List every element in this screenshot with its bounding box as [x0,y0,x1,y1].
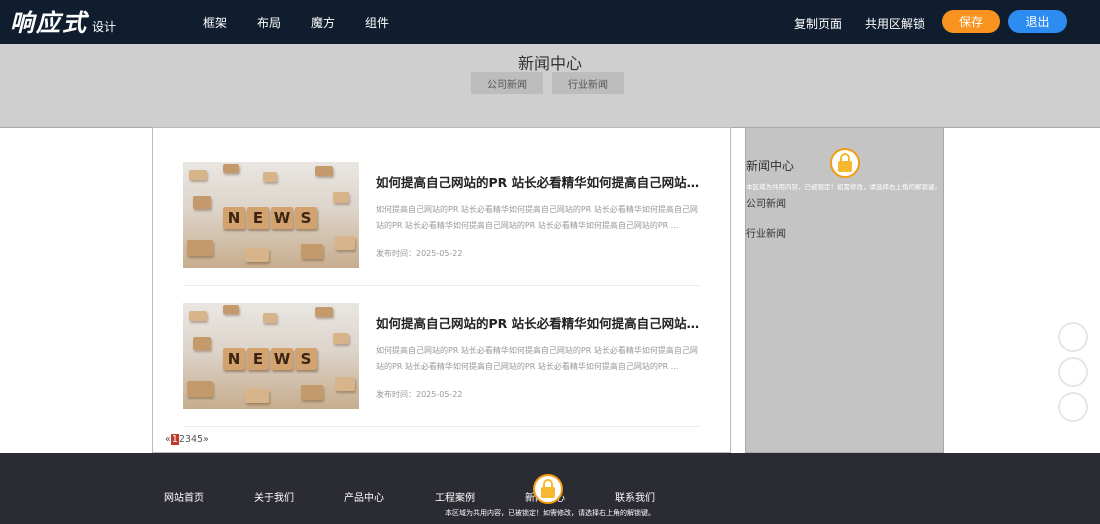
sidebar-item-company-news[interactable]: 公司新闻 [746,195,786,210]
footer-link-home[interactable]: 网站首页 [164,489,204,504]
news-date: 发布时间：2025-05-22 [376,390,463,399]
list-item[interactable]: N E W S 如何提高自己网站的PR 站长必看精华如何提高自己网站的PR 站长… [183,303,700,427]
top-nav: 框架 布局 魔方 组件 [203,0,419,44]
news-thumbnail[interactable]: N E W S [183,303,359,409]
sidebar-title: 新闻中心 [746,159,795,173]
page-title: 新闻中心 [517,54,582,73]
nav-item-frame[interactable]: 框架 [203,14,227,31]
footer-link-about[interactable]: 关于我们 [254,489,294,504]
pager-page-1[interactable]: 1 [170,434,179,445]
news-list: N E W S 如何提高自己网站的PR 站长必看精华如何提高自己网站的PR 站长… [152,127,731,453]
save-button[interactable]: 保存 [942,10,1000,33]
float-circle-icon[interactable] [1058,322,1088,352]
copy-page-link[interactable]: 复制页面 [794,15,842,32]
news-title[interactable]: 如何提高自己网站的PR 站长必看精华如何提高自己网站的PR 站长必看精华 [376,172,700,191]
news-summary: 如何提高自己网站的PR 站长必看精华如何提高自己网站的PR 站长必看精华如何提高… [376,205,698,230]
banner-tabs: 公司新闻 行业新闻 [471,72,633,94]
sidebar: 新闻中心 公司新闻 行业新闻 本区域为共用内容，已被锁定！如需修改，请选择右上角… [745,127,944,453]
float-circle-icon[interactable] [1058,392,1088,422]
tab-industry-news[interactable]: 行业新闻 [552,72,624,94]
news-title[interactable]: 如何提高自己网站的PR 站长必看精华如何提高自己网站的PR 站长必看精华 [376,313,700,332]
top-bar: 响应式 设计 框架 布局 魔方 组件 复制页面 共用区解锁 保存 退出 [0,0,1100,44]
nav-item-components[interactable]: 组件 [365,14,389,31]
float-circle-icon[interactable] [1058,357,1088,387]
lock-icon[interactable] [533,474,563,504]
nav-item-layout[interactable]: 布局 [257,14,281,31]
logo-text: 响应式 [10,8,88,37]
sidebar-item-industry-news[interactable]: 行业新闻 [746,225,786,240]
news-thumbnail[interactable]: N E W S [183,162,359,268]
tab-company-news[interactable]: 公司新闻 [471,72,543,94]
pagination: « 1 2 3 4 5 » [165,434,209,445]
footer-link-products[interactable]: 产品中心 [344,489,384,504]
pager-next[interactable]: » [203,434,209,445]
news-summary: 如何提高自己网站的PR 站长必看精华如何提高自己网站的PR 站长必看精华如何提高… [376,346,698,371]
exit-button[interactable]: 退出 [1008,10,1067,33]
lock-icon[interactable] [830,148,860,178]
lock-note: 本区域为共用内容，已被锁定！如需修改，请选择右上角的解锁键。 [445,509,655,517]
lock-note: 本区域为共用内容，已被锁定！如需修改，请选择右上角的解锁键。 [746,183,941,191]
nav-item-cube[interactable]: 魔方 [311,14,335,31]
footer-link-contact[interactable]: 联系我们 [615,489,655,504]
logo-sub: 设计 [92,20,117,34]
list-item[interactable]: N E W S 如何提高自己网站的PR 站长必看精华如何提高自己网站的PR 站长… [183,162,700,286]
news-date: 发布时间：2025-05-22 [376,249,463,258]
unlock-shared-link[interactable]: 共用区解锁 [865,15,925,32]
logo: 响应式 设计 [10,6,116,38]
footer: 网站首页 关于我们 产品中心 工程案例 新闻中心 联系我们 本区域为共用内容，已… [0,453,1100,524]
footer-link-cases[interactable]: 工程案例 [435,489,475,504]
page-banner: 新闻中心 公司新闻 行业新闻 [0,44,1100,128]
